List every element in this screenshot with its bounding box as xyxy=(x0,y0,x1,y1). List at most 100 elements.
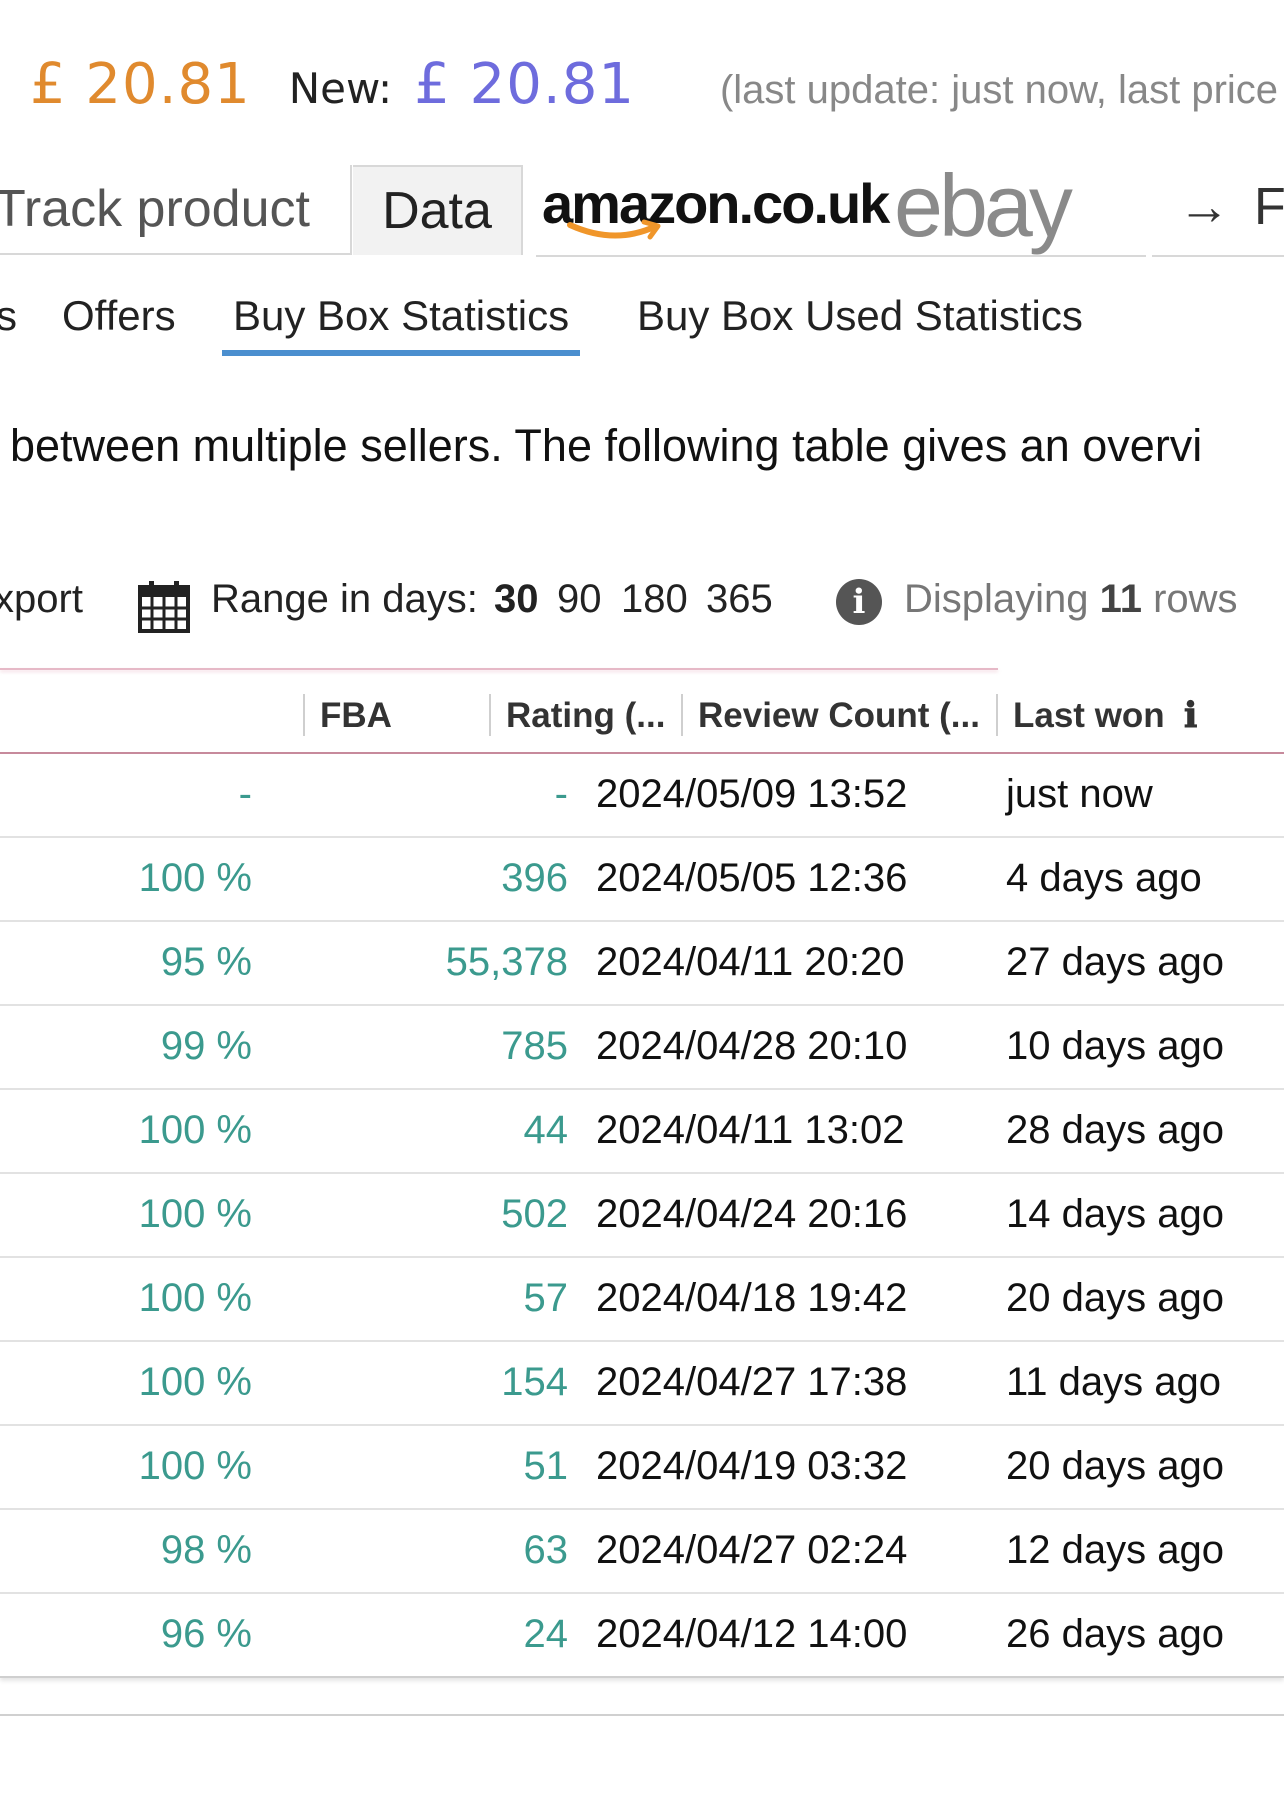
last-won: 20 days ago xyxy=(1006,1444,1224,1488)
review-count: 502 xyxy=(501,1192,568,1236)
tab-data[interactable]: Data xyxy=(353,165,523,255)
displaying-count: 11 xyxy=(1099,577,1142,621)
amazon-smile-icon xyxy=(567,219,661,240)
header-fba[interactable]: FBA xyxy=(320,694,392,738)
tab-ebay[interactable]: ebay xyxy=(866,156,1146,257)
table-row[interactable]: - - 2024/05/09 13:52 just now xyxy=(0,754,1284,838)
rating-percent: 100 % xyxy=(138,1108,252,1152)
page: £ 20.81 New: £ 20.81 (last update: just … xyxy=(0,0,1284,1801)
rating-percent: 95 % xyxy=(160,940,252,984)
rating-percent: 98 % xyxy=(160,1528,252,1572)
column-separator[interactable] xyxy=(681,694,683,736)
first-won-date: 2024/04/24 20:16 xyxy=(596,1192,908,1236)
rating-percent: 100 % xyxy=(138,1276,252,1320)
tab-track-product[interactable]: Track product xyxy=(0,165,352,255)
first-won-date: 2024/04/19 03:32 xyxy=(596,1444,908,1488)
review-count: 24 xyxy=(523,1612,569,1656)
last-won: 12 days ago xyxy=(1006,1528,1224,1572)
arrow-right-icon: → xyxy=(1178,178,1230,236)
review-count: 63 xyxy=(523,1528,569,1572)
table-row[interactable]: 100 % 44 2024/04/11 13:02 28 days ago xyxy=(0,1090,1284,1174)
header-rating[interactable]: Rating (... xyxy=(506,694,665,738)
sub-tab-buy-box-used-statistics[interactable]: Buy Box Used Statistics xyxy=(637,288,1083,350)
sub-tab-previous[interactable]: s xyxy=(0,288,17,350)
last-won: 26 days ago xyxy=(1006,1612,1224,1656)
tab-more[interactable]: → F xyxy=(1152,165,1284,257)
rating-percent: - xyxy=(238,772,252,816)
rating-percent: 100 % xyxy=(138,1444,252,1488)
table-row[interactable]: 96 % 24 2024/04/12 14:00 26 days ago xyxy=(0,1594,1284,1678)
table-row[interactable]: 99 % 785 2024/04/28 20:10 10 days ago xyxy=(0,1006,1284,1090)
first-won-date: 2024/05/09 13:52 xyxy=(596,772,908,816)
sub-tab-buy-box-statistics[interactable]: Buy Box Statistics xyxy=(222,288,581,356)
last-won-info-icon[interactable]: ℹ xyxy=(1184,694,1197,738)
last-won: 20 days ago xyxy=(1006,1276,1224,1320)
first-won-date: 2024/04/27 02:24 xyxy=(596,1528,908,1572)
top-tabs: Track product Data amazon.co.uk ebay → F xyxy=(0,156,1284,257)
column-separator[interactable] xyxy=(996,694,998,736)
range-30-button[interactable]: 30 xyxy=(494,577,539,622)
review-count: 785 xyxy=(501,1024,568,1068)
table-footer-divider xyxy=(0,1714,1284,1716)
first-won-date: 2024/05/05 12:36 xyxy=(596,856,908,900)
first-won-date: 2024/04/27 17:38 xyxy=(596,1360,908,1404)
first-won-date: 2024/04/28 20:10 xyxy=(596,1024,908,1068)
table-row[interactable]: 100 % 154 2024/04/27 17:38 11 days ago xyxy=(0,1342,1284,1426)
review-count: 57 xyxy=(523,1276,569,1320)
info-icon[interactable]: i xyxy=(836,579,882,625)
column-separator[interactable] xyxy=(489,694,491,736)
first-won-date: 2024/04/12 14:00 xyxy=(596,1612,908,1656)
tab-amazon[interactable]: amazon.co.uk xyxy=(536,165,890,257)
table-row[interactable]: 95 % 55,378 2024/04/11 20:20 27 days ago xyxy=(0,922,1284,1006)
last-won: 10 days ago xyxy=(1006,1024,1224,1068)
export-link[interactable]: xport xyxy=(0,577,83,622)
range-365-button[interactable]: 365 xyxy=(706,577,773,622)
last-won: 28 days ago xyxy=(1006,1108,1224,1152)
last-update-text: (last update: just now, last price xyxy=(719,68,1279,112)
review-count: - xyxy=(554,772,568,816)
last-won: just now xyxy=(1006,772,1153,816)
column-separator[interactable] xyxy=(303,694,305,736)
rating-percent: 100 % xyxy=(138,1192,252,1236)
table-row[interactable]: 100 % 57 2024/04/18 19:42 20 days ago xyxy=(0,1258,1284,1342)
range-label: Range in days: xyxy=(211,577,478,621)
table-row[interactable]: 100 % 51 2024/04/19 03:32 20 days ago xyxy=(0,1426,1284,1510)
rating-percent: 100 % xyxy=(138,856,252,900)
table-body: - - 2024/05/09 13:52 just now 100 % 396 … xyxy=(0,754,1284,1678)
review-count: 396 xyxy=(501,856,568,900)
displaying-prefix: Displaying xyxy=(904,577,1089,621)
range-90-button[interactable]: 90 xyxy=(557,577,602,622)
tab-more-label: F xyxy=(1254,178,1284,236)
sub-tab-offers[interactable]: Offers xyxy=(62,288,176,350)
current-price: £ 20.81 xyxy=(30,52,251,117)
range-180-button[interactable]: 180 xyxy=(621,577,688,622)
table-row[interactable]: 98 % 63 2024/04/27 02:24 12 days ago xyxy=(0,1510,1284,1594)
sub-tabs: s Offers Buy Box Statistics Buy Box Used… xyxy=(0,288,1284,358)
toolbar-divider xyxy=(0,668,998,670)
last-won: 4 days ago xyxy=(1006,856,1202,900)
last-won: 11 days ago xyxy=(1006,1360,1221,1404)
table-row[interactable]: 100 % 502 2024/04/24 20:16 14 days ago xyxy=(0,1174,1284,1258)
table-row[interactable]: 100 % 396 2024/05/05 12:36 4 days ago xyxy=(0,838,1284,922)
rating-percent: 100 % xyxy=(138,1360,252,1404)
description-text: between multiple sellers. The following … xyxy=(10,420,1203,471)
calendar-icon xyxy=(138,581,190,633)
first-won-date: 2024/04/18 19:42 xyxy=(596,1276,908,1320)
first-won-date: 2024/04/11 20:20 xyxy=(596,940,905,984)
table-header: FBA Rating (... Review Count (... Last w… xyxy=(0,688,1284,754)
ebay-logo: ebay xyxy=(894,156,1073,255)
new-price: £ 20.81 xyxy=(414,52,635,117)
first-won-date: 2024/04/11 13:02 xyxy=(596,1108,905,1152)
review-count: 51 xyxy=(523,1444,569,1488)
table-toolbar: xport Range in days: 30 90 180 365 i Dis… xyxy=(0,575,1284,635)
displaying-rows-text: Displaying 11 rows xyxy=(904,577,1238,622)
header-last-won[interactable]: Last won xyxy=(1013,694,1165,738)
last-won: 14 days ago xyxy=(1006,1192,1224,1236)
price-line: £ 20.81 New: £ 20.81 (last update: just … xyxy=(30,52,1278,117)
last-won: 27 days ago xyxy=(1006,940,1224,984)
new-price-label: New: xyxy=(288,64,393,113)
review-count: 44 xyxy=(523,1108,569,1152)
rating-percent: 96 % xyxy=(160,1612,252,1656)
review-count: 154 xyxy=(501,1360,568,1404)
header-review-count[interactable]: Review Count (... xyxy=(698,694,980,738)
